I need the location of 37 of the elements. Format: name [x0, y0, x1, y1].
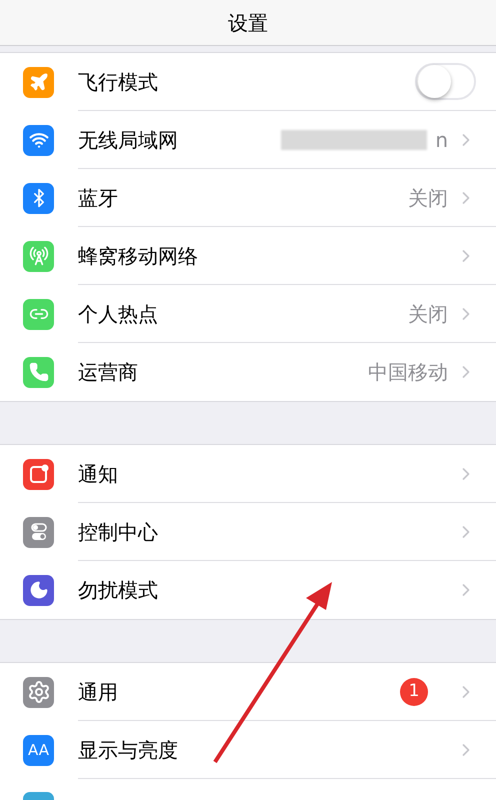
page-title: 设置: [228, 10, 268, 36]
notification-badge: 1: [400, 678, 428, 706]
row-value: 关闭: [408, 184, 448, 212]
row-label: 个人热点: [78, 300, 159, 328]
row-value: n: [435, 126, 448, 154]
settings-row[interactable]: 控制中心: [0, 503, 496, 561]
settings-row[interactable]: 个人热点 关闭: [0, 285, 496, 343]
row-value: 关闭: [408, 300, 448, 328]
row-label: 蜂窝移动网络: [78, 242, 199, 270]
settings-row[interactable]: 通用 1: [0, 663, 496, 721]
toggle-switch[interactable]: [415, 63, 476, 100]
notification-square-icon: [28, 464, 48, 484]
settings-row[interactable]: 通知: [0, 445, 496, 503]
row-label: 通用: [78, 678, 119, 706]
settings-row[interactable]: 飞行模式: [0, 53, 496, 111]
settings-row[interactable]: 蜂窝移动网络: [0, 227, 496, 285]
row-label: 运营商: [78, 359, 139, 386]
row-label: 控制中心: [78, 518, 159, 546]
settings-row[interactable]: 勿扰模式: [0, 561, 496, 619]
row-label: 勿扰模式: [78, 577, 159, 604]
row-label: 通知: [78, 460, 119, 488]
row-label: 飞行模式: [78, 68, 159, 96]
row-label: 无线局域网: [78, 126, 179, 154]
row-label: 显示与亮度: [78, 736, 179, 764]
settings-row[interactable]: 运营商 中国移动: [0, 343, 496, 401]
antenna-icon: [28, 246, 48, 266]
text-size-icon: AA: [28, 742, 49, 758]
row-label: 蓝牙: [78, 184, 119, 212]
airplane-icon: [28, 72, 48, 92]
row-value: 中国移动: [368, 359, 448, 386]
settings-row[interactable]: AA 显示与亮度: [0, 721, 496, 779]
wifi-icon: [28, 130, 48, 150]
moon-icon: [28, 580, 48, 600]
settings-row[interactable]: 无线局域网 n: [0, 111, 496, 169]
phone-icon: [28, 362, 48, 382]
switches-icon: [28, 522, 48, 542]
settings-row[interactable]: 蓝牙 关闭: [0, 169, 496, 227]
